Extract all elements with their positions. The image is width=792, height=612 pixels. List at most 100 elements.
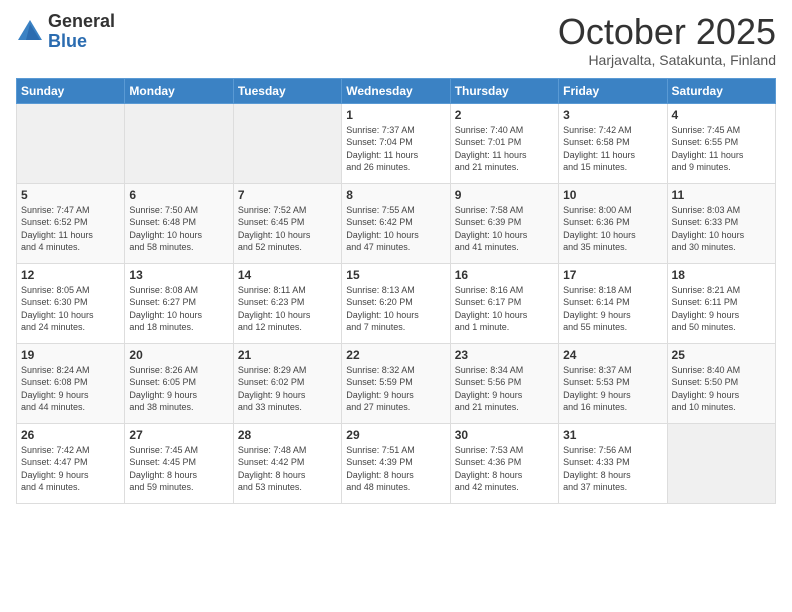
day-number: 23 xyxy=(455,348,554,362)
day-info: Sunrise: 7:55 AM Sunset: 6:42 PM Dayligh… xyxy=(346,204,445,254)
day-number: 10 xyxy=(563,188,662,202)
calendar-cell: 24 Sunrise: 8:37 AM Sunset: 5:53 PM Dayli… xyxy=(559,343,667,423)
day-number: 19 xyxy=(21,348,120,362)
day-number: 25 xyxy=(672,348,771,362)
calendar-cell: 10 Sunrise: 8:00 AM Sunset: 6:36 PM Dayli… xyxy=(559,183,667,263)
day-info: Sunrise: 8:24 AM Sunset: 6:08 PM Dayligh… xyxy=(21,364,120,414)
logo-text: General Blue xyxy=(48,12,115,52)
calendar-cell: 14Sunrise: 8:11 AM Sunset: 6:23 PM Dayli… xyxy=(233,263,341,343)
day-number: 12 xyxy=(21,268,120,282)
calendar-cell xyxy=(125,103,233,183)
calendar-week-row: 19 Sunrise: 8:24 AM Sunset: 6:08 PM Dayli… xyxy=(17,343,776,423)
day-number: 24 xyxy=(563,348,662,362)
logo-general: General xyxy=(48,12,115,32)
day-info: Sunrise: 8:18 AM Sunset: 6:14 PM Dayligh… xyxy=(563,284,662,334)
day-info: Sunrise: 8:05 AM Sunset: 6:30 PM Dayligh… xyxy=(21,284,120,334)
calendar-cell: 3Sunrise: 7:42 AM Sunset: 6:58 PM Daylig… xyxy=(559,103,667,183)
day-number: 11 xyxy=(672,188,771,202)
day-info: Sunrise: 8:37 AM Sunset: 5:53 PM Dayligh… xyxy=(563,364,662,414)
logo-icon xyxy=(16,18,44,46)
calendar-cell: 9Sunrise: 7:58 AM Sunset: 6:39 PM Daylig… xyxy=(450,183,558,263)
day-info: Sunrise: 8:34 AM Sunset: 5:56 PM Dayligh… xyxy=(455,364,554,414)
logo-blue: Blue xyxy=(48,32,115,52)
calendar-cell: 5Sunrise: 7:47 AM Sunset: 6:52 PM Daylig… xyxy=(17,183,125,263)
location-subtitle: Harjavalta, Satakunta, Finland xyxy=(558,52,776,68)
calendar-cell: 16Sunrise: 8:16 AM Sunset: 6:17 PM Dayli… xyxy=(450,263,558,343)
calendar-cell: 27 Sunrise: 7:45 AM Sunset: 4:45 PM Dayli… xyxy=(125,423,233,503)
day-info: Sunrise: 7:53 AM Sunset: 4:36 PM Dayligh… xyxy=(455,444,554,494)
calendar-week-row: 1 Sunrise: 7:37 AM Sunset: 7:04 PM Daylig… xyxy=(17,103,776,183)
day-number: 21 xyxy=(238,348,337,362)
main-container: General Blue October 2025 Harjavalta, Sa… xyxy=(0,0,792,512)
calendar-week-row: 12 Sunrise: 8:05 AM Sunset: 6:30 PM Dayli… xyxy=(17,263,776,343)
day-number: 22 xyxy=(346,348,445,362)
calendar-table: SundayMondayTuesdayWednesdayThursdayFrid… xyxy=(16,78,776,504)
day-number: 29 xyxy=(346,428,445,442)
day-number: 1 xyxy=(346,108,445,122)
calendar-cell: 6 Sunrise: 7:50 AM Sunset: 6:48 PM Daylig… xyxy=(125,183,233,263)
day-info: Sunrise: 8:08 AM Sunset: 6:27 PM Dayligh… xyxy=(129,284,228,334)
day-info: Sunrise: 7:45 AM Sunset: 4:45 PM Dayligh… xyxy=(129,444,228,494)
calendar-cell: 19 Sunrise: 8:24 AM Sunset: 6:08 PM Dayli… xyxy=(17,343,125,423)
day-number: 15 xyxy=(346,268,445,282)
day-info: Sunrise: 7:56 AM Sunset: 4:33 PM Dayligh… xyxy=(563,444,662,494)
day-number: 14 xyxy=(238,268,337,282)
calendar-cell: 29 Sunrise: 7:51 AM Sunset: 4:39 PM Dayli… xyxy=(342,423,450,503)
day-info: Sunrise: 8:13 AM Sunset: 6:20 PM Dayligh… xyxy=(346,284,445,334)
calendar-cell: 7Sunrise: 7:52 AM Sunset: 6:45 PM Daylig… xyxy=(233,183,341,263)
calendar-cell: 18Sunrise: 8:21 AM Sunset: 6:11 PM Dayli… xyxy=(667,263,775,343)
day-info: Sunrise: 7:40 AM Sunset: 7:01 PM Dayligh… xyxy=(455,124,554,174)
day-info: Sunrise: 7:42 AM Sunset: 4:47 PM Dayligh… xyxy=(21,444,120,494)
day-info: Sunrise: 7:37 AM Sunset: 7:04 PM Dayligh… xyxy=(346,124,445,174)
weekday-header: Monday xyxy=(125,78,233,103)
day-info: Sunrise: 7:50 AM Sunset: 6:48 PM Dayligh… xyxy=(129,204,228,254)
day-number: 6 xyxy=(129,188,228,202)
calendar-cell: 22 Sunrise: 8:32 AM Sunset: 5:59 PM Dayli… xyxy=(342,343,450,423)
day-number: 27 xyxy=(129,428,228,442)
calendar-week-row: 26 Sunrise: 7:42 AM Sunset: 4:47 PM Dayli… xyxy=(17,423,776,503)
day-info: Sunrise: 8:32 AM Sunset: 5:59 PM Dayligh… xyxy=(346,364,445,414)
day-number: 2 xyxy=(455,108,554,122)
weekday-header: Sunday xyxy=(17,78,125,103)
calendar-cell: 12 Sunrise: 8:05 AM Sunset: 6:30 PM Dayli… xyxy=(17,263,125,343)
day-info: Sunrise: 7:51 AM Sunset: 4:39 PM Dayligh… xyxy=(346,444,445,494)
day-number: 8 xyxy=(346,188,445,202)
calendar-cell: 20Sunrise: 8:26 AM Sunset: 6:05 PM Dayli… xyxy=(125,343,233,423)
day-number: 26 xyxy=(21,428,120,442)
calendar-cell: 15 Sunrise: 8:13 AM Sunset: 6:20 PM Dayli… xyxy=(342,263,450,343)
day-number: 5 xyxy=(21,188,120,202)
calendar-header-row: SundayMondayTuesdayWednesdayThursdayFrid… xyxy=(17,78,776,103)
calendar-cell: 8 Sunrise: 7:55 AM Sunset: 6:42 PM Daylig… xyxy=(342,183,450,263)
calendar-cell xyxy=(17,103,125,183)
weekday-header: Tuesday xyxy=(233,78,341,103)
header: General Blue October 2025 Harjavalta, Sa… xyxy=(16,12,776,68)
weekday-header: Thursday xyxy=(450,78,558,103)
day-number: 20 xyxy=(129,348,228,362)
calendar-cell: 17 Sunrise: 8:18 AM Sunset: 6:14 PM Dayli… xyxy=(559,263,667,343)
calendar-cell: 11Sunrise: 8:03 AM Sunset: 6:33 PM Dayli… xyxy=(667,183,775,263)
calendar-cell: 31Sunrise: 7:56 AM Sunset: 4:33 PM Dayli… xyxy=(559,423,667,503)
calendar-cell xyxy=(667,423,775,503)
day-info: Sunrise: 7:45 AM Sunset: 6:55 PM Dayligh… xyxy=(672,124,771,174)
calendar-cell: 1 Sunrise: 7:37 AM Sunset: 7:04 PM Daylig… xyxy=(342,103,450,183)
calendar-cell: 25 Sunrise: 8:40 AM Sunset: 5:50 PM Dayli… xyxy=(667,343,775,423)
day-info: Sunrise: 8:29 AM Sunset: 6:02 PM Dayligh… xyxy=(238,364,337,414)
day-info: Sunrise: 7:52 AM Sunset: 6:45 PM Dayligh… xyxy=(238,204,337,254)
day-number: 28 xyxy=(238,428,337,442)
day-info: Sunrise: 7:48 AM Sunset: 4:42 PM Dayligh… xyxy=(238,444,337,494)
day-number: 30 xyxy=(455,428,554,442)
calendar-cell: 21 Sunrise: 8:29 AM Sunset: 6:02 PM Dayli… xyxy=(233,343,341,423)
day-number: 13 xyxy=(129,268,228,282)
day-number: 17 xyxy=(563,268,662,282)
day-info: Sunrise: 8:40 AM Sunset: 5:50 PM Dayligh… xyxy=(672,364,771,414)
calendar-cell: 4Sunrise: 7:45 AM Sunset: 6:55 PM Daylig… xyxy=(667,103,775,183)
weekday-header: Saturday xyxy=(667,78,775,103)
day-info: Sunrise: 7:42 AM Sunset: 6:58 PM Dayligh… xyxy=(563,124,662,174)
day-info: Sunrise: 8:00 AM Sunset: 6:36 PM Dayligh… xyxy=(563,204,662,254)
title-block: October 2025 Harjavalta, Satakunta, Finl… xyxy=(558,12,776,68)
calendar-cell xyxy=(233,103,341,183)
calendar-cell: 28 Sunrise: 7:48 AM Sunset: 4:42 PM Dayli… xyxy=(233,423,341,503)
calendar-cell: 13 Sunrise: 8:08 AM Sunset: 6:27 PM Dayli… xyxy=(125,263,233,343)
calendar-cell: 2 Sunrise: 7:40 AM Sunset: 7:01 PM Daylig… xyxy=(450,103,558,183)
weekday-header: Wednesday xyxy=(342,78,450,103)
